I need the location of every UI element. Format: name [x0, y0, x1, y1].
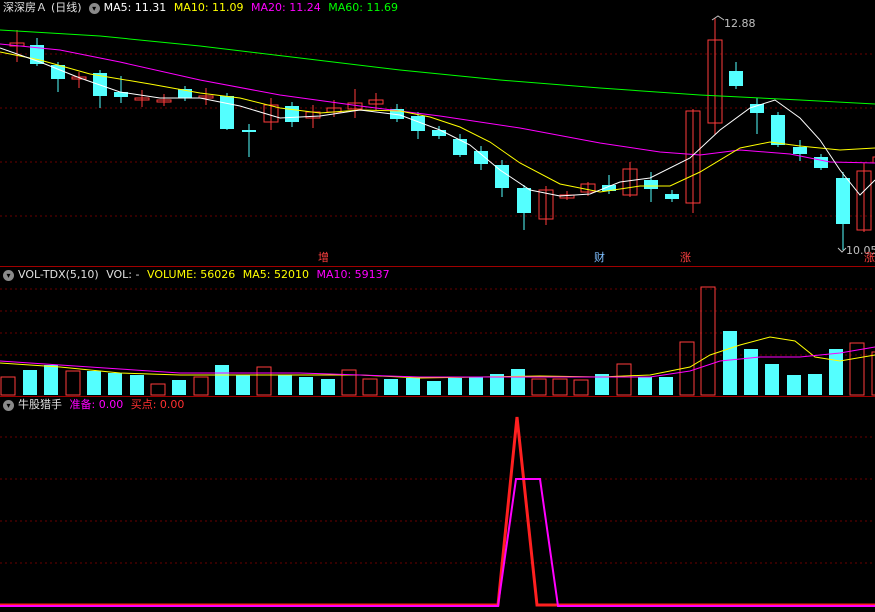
candle-body [220, 96, 234, 129]
candle-body [453, 139, 467, 155]
vol-ma10-line [0, 346, 875, 378]
event-marker[interactable]: 涨 [680, 251, 691, 264]
candle-body [474, 151, 488, 164]
candle-body [495, 165, 509, 188]
volume-bar [638, 377, 652, 395]
volume-bar [321, 379, 335, 395]
volume-bar [531, 378, 547, 396]
volume-bar [0, 376, 16, 396]
candle-body [665, 194, 679, 199]
chevron-down-icon[interactable]: ▾ [3, 269, 14, 281]
volume-bar [236, 375, 250, 395]
ma20-line [0, 43, 875, 164]
price-header: 深深房Ａ (日线) ▾ MA5: 11.31 MA10: 11.09 MA20: 11… [0, 0, 402, 16]
volume-bar [723, 331, 737, 395]
ma5-line [0, 47, 875, 197]
vol-ma5-label: MA5: 52010 [242, 268, 309, 281]
volume-value: VOLUME: 56026 [146, 268, 236, 281]
volume-bar [150, 383, 166, 396]
high-arrow-icon [711, 15, 725, 21]
high-price-label: 12.88 [724, 17, 756, 30]
ma60-label: MA60: 11.69 [328, 1, 398, 14]
buy-point-label: 买点: 0.00 [130, 398, 185, 411]
volume-header: ▾ VOL-TDX(5,10) VOL: - VOLUME: 56026 MA5:… [0, 267, 394, 283]
volume-panel[interactable]: ▾ VOL-TDX(5,10) VOL: - VOLUME: 56026 MA5:… [0, 267, 875, 396]
chevron-down-icon[interactable]: ▾ [3, 399, 14, 411]
volume-chart[interactable] [0, 267, 875, 396]
volume-bar [700, 286, 716, 396]
signal-indicator-name: 牛股猎手 [18, 398, 62, 411]
vol-label: VOL: - [106, 268, 140, 281]
price-panel[interactable]: 深深房Ａ (日线) ▾ MA5: 11.31 MA10: 11.09 MA20: 11… [0, 0, 875, 266]
volume-bar [448, 378, 462, 395]
ma10-line [0, 51, 875, 193]
volume-bar [406, 378, 420, 395]
signal-header: ▾ 牛股猎手 准备: 0.00 买点: 0.00 [0, 397, 188, 413]
candle-body [432, 130, 446, 136]
candle-body [517, 188, 531, 213]
volume-bar [616, 363, 632, 396]
volume-bar [23, 370, 37, 395]
candle-body [729, 71, 743, 86]
candle-body [242, 130, 256, 132]
signal-panel[interactable]: ▾ 牛股猎手 准备: 0.00 买点: 0.00 [0, 397, 875, 612]
volume-bar [193, 376, 209, 396]
volume-bar [44, 365, 58, 395]
volume-bar [511, 369, 525, 395]
event-marker[interactable]: 增 [318, 251, 329, 264]
volume-bar [108, 373, 122, 395]
volume-bar [341, 369, 357, 396]
volume-bar [427, 381, 441, 395]
prepare-line [0, 478, 875, 607]
volume-bar [552, 378, 568, 396]
volume-bar [787, 375, 801, 395]
volume-bar [299, 377, 313, 395]
candle-body [814, 157, 828, 168]
volume-bar [87, 371, 101, 395]
chevron-down-icon[interactable]: ▾ [88, 2, 100, 14]
candle-body [793, 147, 807, 154]
low-arrow-icon [837, 247, 847, 253]
volume-bar [808, 374, 822, 395]
candle-body [644, 180, 658, 189]
volume-bar [172, 380, 186, 395]
vol-ma5-line [0, 336, 875, 379]
ma10-label: MA10: 11.09 [173, 1, 244, 14]
volume-bar [469, 377, 483, 395]
period-label: (日线) [51, 1, 82, 14]
volume-bar [744, 349, 758, 395]
ma5-label: MA5: 11.31 [103, 1, 167, 14]
volume-bar [765, 364, 779, 395]
volume-bar [278, 375, 292, 395]
candle-body [771, 115, 785, 145]
vol-indicator-name: VOL-TDX(5,10) [18, 268, 99, 281]
volume-bar [256, 366, 272, 396]
buy-point-line [0, 416, 875, 607]
event-marker[interactable]: 涨 [864, 251, 875, 264]
ma60-line [0, 29, 875, 105]
candle-body [836, 178, 850, 224]
volume-bar [829, 349, 843, 395]
volume-bar [65, 370, 81, 396]
stock-name: 深深房Ａ [3, 1, 47, 14]
volume-bar [573, 379, 589, 396]
event-marker[interactable]: 财 [594, 251, 605, 264]
volume-bar [215, 365, 229, 395]
candlestick-chart[interactable] [0, 0, 875, 266]
volume-bar [362, 378, 378, 396]
prepare-label: 准备: 0.00 [69, 398, 124, 411]
volume-bar [384, 379, 398, 395]
volume-bar [659, 377, 673, 395]
ma20-label: MA20: 11.24 [251, 1, 321, 14]
volume-bar [130, 375, 144, 395]
vol-ma10-label: MA10: 59137 [316, 268, 390, 281]
signal-chart[interactable] [0, 397, 875, 612]
